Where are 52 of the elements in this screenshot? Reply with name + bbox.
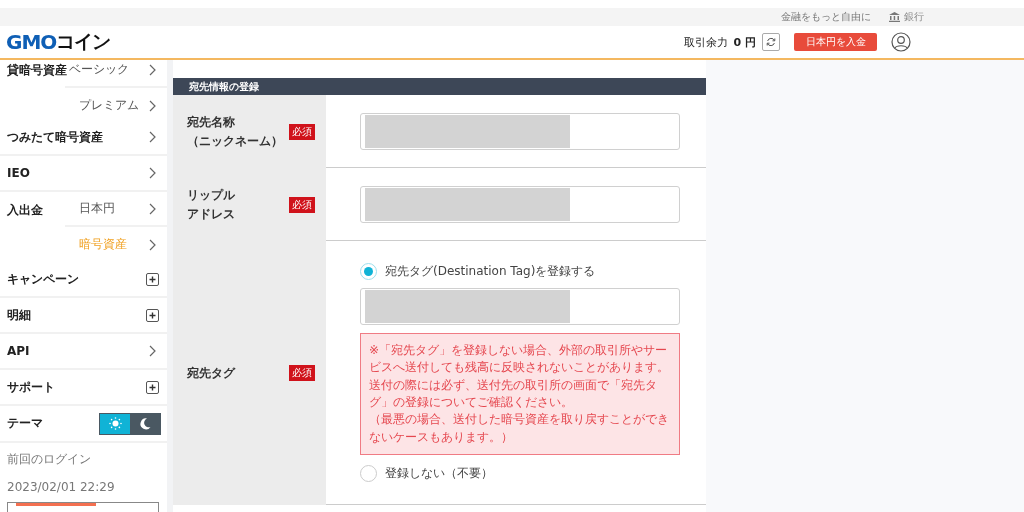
sidebar-item[interactable]: IEO: [7, 166, 30, 180]
field-label: 宛先名称: [187, 113, 236, 131]
last-login-label: 前回のログイン: [7, 451, 92, 468]
warning-message: ※「宛先タグ」を登録しない場合、外部の取引所やサービスへ送付しても残高に反映されないことがあります。送付の際には必ず、送付先の取引所の画面で「宛先タグ」の登録についてご確認ください。 （最悪の場合、送付した暗号資産を取り戻すことができないケースもあります。）: [360, 332, 680, 456]
last-login-time: 2023/02/01 22:29: [7, 480, 116, 494]
chevron-right-icon: [149, 63, 156, 76]
required-badge: 必須: [289, 365, 315, 381]
sidebar-subitem[interactable]: プレミアム: [65, 88, 167, 123]
field-label: 宛先タグ: [187, 364, 237, 382]
sidebar-item[interactable]: 明細: [7, 306, 31, 324]
bank-icon: [889, 12, 900, 22]
input-field[interactable]: [360, 112, 680, 150]
input-field[interactable]: [360, 185, 680, 223]
chevron-right-icon: [149, 345, 156, 357]
plus-icon[interactable]: [146, 380, 159, 394]
user-icon[interactable]: [891, 32, 911, 52]
tagline: 金融をもっと自由に: [781, 10, 871, 24]
field-label: アドレス: [187, 205, 236, 223]
chevron-right-icon: [149, 131, 156, 143]
input-field[interactable]: [360, 287, 680, 325]
radio-option[interactable]: 登録しない（不要）: [360, 465, 680, 483]
chevron-right-icon: [149, 99, 156, 112]
logo[interactable]: GMOコイン: [6, 29, 111, 55]
plus-icon[interactable]: [146, 308, 159, 322]
required-badge: 必須: [289, 123, 315, 140]
moon-icon: [139, 417, 151, 430]
field-label: リップル: [187, 186, 236, 204]
radio-option[interactable]: 宛先タグ(Destination Tag)を登録する: [360, 262, 680, 280]
sidebar-item[interactable]: 入出金: [7, 202, 65, 219]
light-theme-button[interactable]: [100, 413, 130, 434]
section-title: 宛先情報の登録: [173, 78, 706, 95]
theme-label: テーマ: [7, 415, 43, 432]
refresh-button[interactable]: [762, 33, 780, 51]
balance-label: 取引余力: [683, 34, 728, 50]
sidebar-item[interactable]: API: [7, 344, 30, 358]
deposit-button[interactable]: 日本円を入金: [794, 33, 877, 51]
sidebar-item[interactable]: サポート: [7, 378, 55, 396]
balance-value: 0 円: [733, 34, 756, 50]
sidebar-item[interactable]: キャンペーン: [7, 270, 79, 288]
plus-icon[interactable]: [146, 272, 159, 286]
sun-icon: [108, 417, 122, 430]
sidebar-subitem[interactable]: 日本円: [65, 192, 167, 227]
sidebar-item[interactable]: 貸暗号資産: [7, 62, 65, 79]
sidebar-item[interactable]: つみたて暗号資産: [7, 128, 103, 146]
chevron-right-icon: [149, 202, 156, 215]
required-badge: 必須: [289, 196, 315, 213]
field-label: （ニックネーム）: [187, 132, 284, 150]
dark-theme-button[interactable]: [130, 413, 160, 434]
refresh-icon: [766, 37, 776, 47]
chevron-right-icon: [149, 238, 156, 251]
chevron-right-icon: [149, 167, 156, 179]
cut-off-button[interactable]: [7, 502, 159, 512]
